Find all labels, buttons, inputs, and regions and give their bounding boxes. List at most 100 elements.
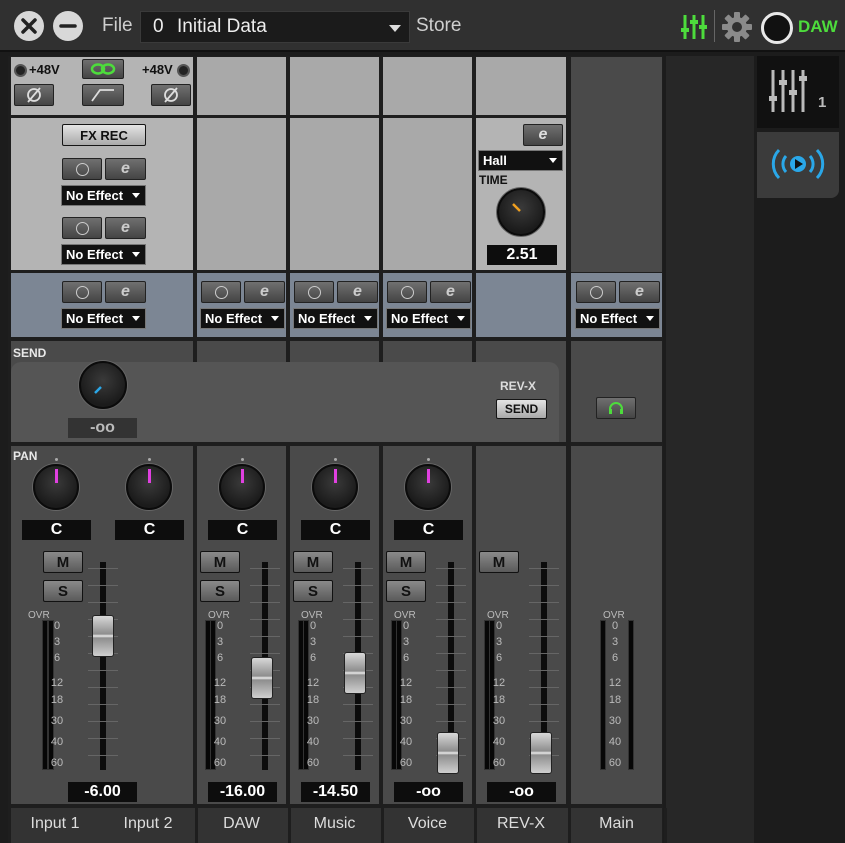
- daw-meter-scale: 60: [213, 757, 227, 769]
- main-fx-effect-select[interactable]: No Effect: [575, 308, 660, 329]
- insert-effect-select-2[interactable]: No Effect: [61, 244, 146, 265]
- fader-tick: [436, 585, 466, 586]
- fader-tick: [529, 619, 559, 620]
- phantom-power-led-2[interactable]: [177, 64, 190, 77]
- revx-meter-scale: 30: [492, 715, 506, 727]
- revx-fader-handle[interactable]: [530, 732, 552, 774]
- fader-tick: [343, 585, 373, 586]
- phase-button-1[interactable]: [14, 84, 54, 106]
- music-meter-scale: 30: [306, 715, 320, 727]
- reverb-type-select[interactable]: Hall: [478, 150, 563, 171]
- phantom-label-2: +48V: [142, 62, 173, 77]
- voice-solo-button[interactable]: S: [386, 580, 426, 602]
- music-fader-handle[interactable]: [344, 652, 366, 694]
- input-fx-effect-select[interactable]: No Effect: [61, 308, 146, 329]
- insert-edit-button-2[interactable]: e: [105, 217, 146, 239]
- fader-tick: [88, 755, 118, 756]
- fader-tick: [88, 704, 118, 705]
- revx-edit-button[interactable]: e: [523, 124, 563, 146]
- input-fx-power-button[interactable]: [62, 281, 102, 303]
- fx-rec-button[interactable]: FX REC: [62, 124, 146, 146]
- hpf-button[interactable]: [82, 84, 124, 106]
- revx-send-button[interactable]: SEND: [496, 399, 547, 419]
- insert-power-button-2[interactable]: [62, 217, 102, 239]
- pan-knob-daw[interactable]: [219, 464, 265, 510]
- fader-tick: [343, 636, 373, 637]
- main-meter-scale: 3: [611, 636, 619, 648]
- input-fader-value: -6.00: [68, 782, 137, 802]
- edit-icon: e: [353, 283, 362, 300]
- voice-fader-handle[interactable]: [437, 732, 459, 774]
- daw-meter-scale: 30: [213, 715, 227, 727]
- music-fx-effect-select[interactable]: No Effect: [293, 308, 378, 329]
- main-fx-power-button[interactable]: [576, 281, 616, 303]
- daw-solo-button[interactable]: S: [200, 580, 240, 602]
- daw-connection-indicator[interactable]: [761, 12, 793, 44]
- music-fx-edit-button[interactable]: e: [337, 281, 378, 303]
- tab-mixer[interactable]: 1: [757, 56, 839, 128]
- main-fx-edit-button[interactable]: e: [619, 281, 660, 303]
- insert-effect-select-1[interactable]: No Effect: [61, 185, 146, 206]
- pan-knob-voice[interactable]: [405, 464, 451, 510]
- input-mute-button[interactable]: M: [43, 551, 83, 573]
- fader-tick: [529, 670, 559, 671]
- main-level-meter: [628, 620, 634, 770]
- input-meter-scale: 12: [50, 677, 64, 689]
- main-meter-scale: 30: [608, 715, 622, 727]
- input-fader-handle[interactable]: [92, 615, 114, 657]
- phantom-power-led-1[interactable]: [14, 64, 27, 77]
- fader-tick: [529, 687, 559, 688]
- voice-meter-scale: 40: [399, 736, 413, 748]
- pan-knob-input-1[interactable]: [33, 464, 79, 510]
- daw-meter-scale: 6: [216, 652, 224, 664]
- close-button[interactable]: [14, 11, 44, 41]
- music-meter-scale: 60: [306, 757, 320, 769]
- monitor-headphone-button[interactable]: [596, 397, 636, 419]
- mixer-sliders-icon[interactable]: [680, 13, 708, 41]
- pan-knob-music[interactable]: [312, 464, 358, 510]
- fader-tick: [343, 738, 373, 739]
- input-fx-edit-button[interactable]: e: [105, 281, 146, 303]
- insert-power-button-1[interactable]: [62, 158, 102, 180]
- stereo-link-button[interactable]: [82, 59, 124, 79]
- input-solo-button[interactable]: S: [43, 580, 83, 602]
- voice-fx-edit-button[interactable]: e: [430, 281, 471, 303]
- fader-tick: [250, 568, 280, 569]
- voice-fx-power-button[interactable]: [387, 281, 427, 303]
- revx-meter-scale: 3: [495, 636, 503, 648]
- music-solo-button[interactable]: S: [293, 580, 333, 602]
- voice-mute-button[interactable]: M: [386, 551, 426, 573]
- fader-tick: [436, 568, 466, 569]
- daw-fx-effect-select[interactable]: No Effect: [200, 308, 285, 329]
- file-menu[interactable]: File: [102, 0, 133, 52]
- insert-edit-button-1[interactable]: e: [105, 158, 146, 180]
- scene-name: Initial Data: [177, 16, 267, 37]
- pan-value-input-2: C: [115, 520, 184, 540]
- pan-knob-input-2[interactable]: [126, 464, 172, 510]
- send-knob[interactable]: [79, 361, 127, 409]
- minimize-button[interactable]: [53, 11, 83, 41]
- store-button[interactable]: Store: [416, 0, 461, 52]
- daw-fader-handle[interactable]: [251, 657, 273, 699]
- close-icon: [21, 18, 37, 34]
- gear-icon[interactable]: [722, 12, 752, 42]
- fader-tick: [343, 619, 373, 620]
- daw-meter-scale: 3: [216, 636, 224, 648]
- daw-mute-button[interactable]: M: [200, 551, 240, 573]
- knob-indicator: [334, 469, 337, 483]
- channel-name-3: Music: [313, 815, 356, 832]
- voice-fx-effect-select[interactable]: No Effect: [386, 308, 471, 329]
- pan-value-music: C: [301, 520, 370, 540]
- tab-streaming[interactable]: [757, 132, 839, 198]
- phase-button-2[interactable]: [151, 84, 191, 106]
- revx-mute-button[interactable]: M: [479, 551, 519, 573]
- daw-fx-edit-button[interactable]: e: [244, 281, 285, 303]
- voice-head-section: [383, 57, 472, 115]
- music-mute-button[interactable]: M: [293, 551, 333, 573]
- music-fx-power-button[interactable]: [294, 281, 334, 303]
- reverb-time-knob[interactable]: [497, 188, 545, 236]
- toolbar: File 0 Initial Data Store DAW: [0, 0, 845, 52]
- scene-select[interactable]: 0 Initial Data: [140, 11, 410, 43]
- fader-tick: [343, 704, 373, 705]
- daw-fx-power-button[interactable]: [201, 281, 241, 303]
